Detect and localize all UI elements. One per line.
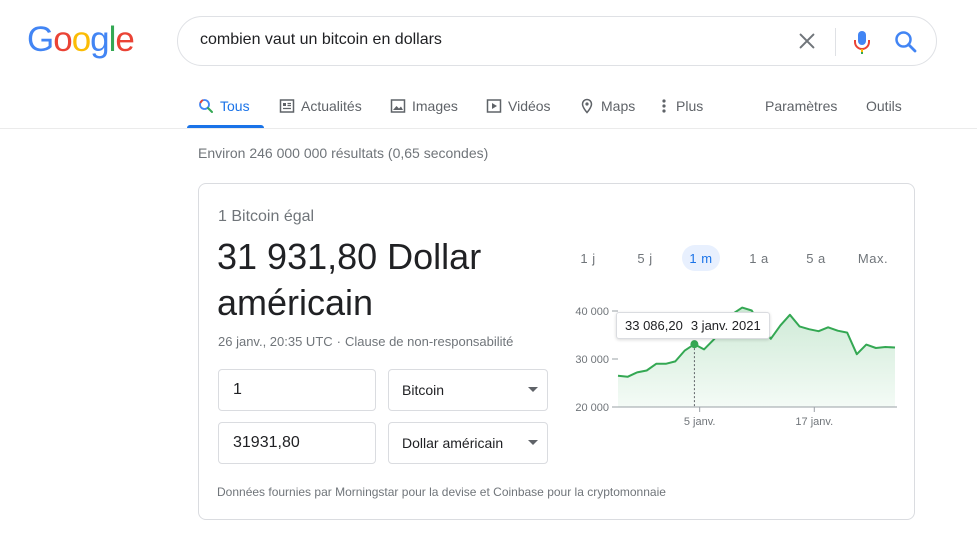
data-source-note: Données fournies par Morningstar pour la… <box>217 485 666 499</box>
range-1m[interactable]: 1 m <box>682 245 720 271</box>
tab-label: Maps <box>601 98 636 114</box>
tools-link[interactable]: Outils <box>866 92 902 120</box>
tab-images[interactable]: Images <box>390 92 458 120</box>
timestamp-line: 26 janv., 20:35 UTC · Clause de non-respon… <box>218 334 513 349</box>
search-input[interactable]: combien vaut un bitcoin en dollars <box>200 31 442 49</box>
active-tab-indicator <box>187 125 264 128</box>
logo-letter: G <box>27 20 54 59</box>
settings-link[interactable]: Paramètres <box>765 92 837 120</box>
tab-more[interactable]: Plus <box>661 92 703 120</box>
range-max[interactable]: Max. <box>851 245 895 271</box>
tab-maps[interactable]: Maps <box>579 92 635 120</box>
news-icon <box>279 99 295 113</box>
range-5y[interactable]: 5 a <box>798 245 834 271</box>
search-icon <box>199 99 213 113</box>
separator: · <box>336 334 341 349</box>
to-amount-input[interactable]: 31931,80 <box>218 422 376 464</box>
video-icon <box>486 99 502 113</box>
timestamp: 26 janv., 20:35 UTC <box>218 334 333 349</box>
tab-label: Plus <box>676 98 704 114</box>
range-1d[interactable]: 1 j <box>571 245 605 271</box>
dropdown-arrow-icon <box>528 387 538 392</box>
search-icon[interactable] <box>893 29 919 55</box>
map-pin-icon <box>581 98 593 114</box>
logo-letter: g <box>90 20 109 59</box>
logo-letter: l <box>108 20 117 59</box>
image-icon <box>390 99 406 113</box>
clear-icon[interactable] <box>796 30 818 52</box>
range-1y[interactable]: 1 a <box>741 245 777 271</box>
tab-label: Tous <box>220 98 250 114</box>
logo-letter: o <box>53 20 72 59</box>
tooltip-date: 3 janv. 2021 <box>690 318 761 333</box>
disclaimer-link[interactable]: Clause de non-responsabilité <box>345 334 513 349</box>
tab-label: Vidéos <box>508 98 551 114</box>
to-currency-select[interactable]: Dollar américain <box>388 422 548 464</box>
range-5d[interactable]: 5 j <box>628 245 662 271</box>
from-currency-select[interactable]: Bitcoin <box>388 369 548 411</box>
tab-label: Actualités <box>301 98 362 114</box>
tab-label: Images <box>412 98 458 114</box>
hover-point <box>690 340 699 349</box>
tab-news[interactable]: Actualités <box>279 92 362 120</box>
currency-converter-card: 1 Bitcoin égal 31 931,80 Dollar américai… <box>198 183 915 520</box>
x-tick-label: 5 janv. <box>684 416 716 428</box>
tab-all[interactable]: Tous <box>198 92 250 120</box>
logo-letter: e <box>115 20 134 59</box>
to-currency-value: Dollar américain <box>402 435 504 451</box>
search-divider <box>835 28 836 56</box>
from-currency-value: Bitcoin <box>402 382 445 398</box>
more-vert-icon <box>662 99 666 113</box>
equals-label: 1 Bitcoin égal <box>218 208 315 225</box>
y-tick-label: 20 000 <box>575 402 609 414</box>
chart-tooltip: 33 086,20 3 janv. 2021 <box>616 312 770 339</box>
dropdown-arrow-icon <box>528 440 538 445</box>
y-tick-label: 30 000 <box>575 354 609 366</box>
from-amount-input[interactable]: 1 <box>218 369 376 411</box>
x-tick-label: 17 janv. <box>795 416 833 428</box>
search-tabs: Tous Actualités Images Vidéos Maps Plus … <box>0 84 977 129</box>
tab-videos[interactable]: Vidéos <box>486 92 551 120</box>
google-logo[interactable]: Google <box>27 20 135 60</box>
y-tick-label: 40 000 <box>575 306 609 318</box>
tooltip-value: 33 086,20 <box>625 318 683 333</box>
logo-letter: o <box>71 20 91 59</box>
search-box[interactable]: combien vaut un bitcoin en dollars <box>177 16 937 66</box>
conversion-result: 31 931,80 Dollar américain <box>217 236 482 323</box>
result-stats: Environ 246 000 000 résultats (0,65 seco… <box>198 145 489 161</box>
microphone-icon[interactable] <box>851 28 873 56</box>
